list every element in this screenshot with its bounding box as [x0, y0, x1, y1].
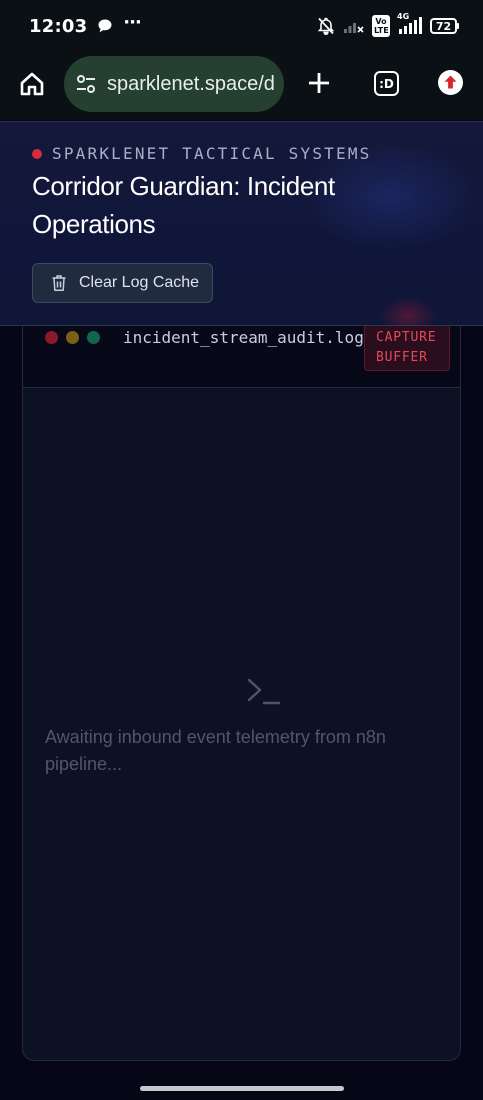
- network-label: 4G: [397, 12, 410, 21]
- clear-log-cache-button[interactable]: Clear Log Cache: [32, 263, 213, 303]
- chat-bubble-icon: [97, 18, 113, 34]
- trash-icon: [52, 275, 66, 291]
- more-notifications: ···: [123, 11, 141, 33]
- brand-eyebrow: SPARKLENET TACTICAL SYSTEMS: [32, 144, 372, 163]
- address-bar[interactable]: sparklenet.space/d: [64, 56, 284, 112]
- volte-badge: Vo LTE: [372, 15, 390, 37]
- update-icon: [438, 70, 463, 95]
- window-controls: [45, 331, 100, 344]
- page-title: Corridor Guardian: Incident Operations: [32, 171, 335, 239]
- terminal-header: incident_stream_audit.log CAPTURE BUFFER: [23, 296, 460, 388]
- tab-switcher-button[interactable]: :D: [374, 71, 399, 96]
- signal-icon: [343, 18, 365, 34]
- status-dot: [32, 148, 42, 159]
- gesture-bar[interactable]: [140, 1086, 344, 1091]
- tabs-icon: :D: [379, 76, 394, 91]
- plus-icon: [309, 73, 329, 93]
- battery-indicator: 72: [430, 18, 459, 34]
- clear-log-cache-label: Clear Log Cache: [79, 274, 200, 291]
- close-dot: [45, 331, 58, 344]
- terminal-prompt-icon: [247, 678, 281, 705]
- badge-line-1: CAPTURE: [376, 330, 437, 345]
- empty-message: Awaiting inbound event telemetry from n8…: [45, 727, 386, 774]
- capture-buffer-badge: CAPTURE BUFFER: [364, 326, 450, 371]
- maximize-dot: [87, 331, 100, 344]
- site-settings-icon[interactable]: [74, 72, 98, 96]
- log-file-name: incident_stream_audit.log: [123, 328, 364, 347]
- url-text[interactable]: sparklenet.space/d: [107, 73, 275, 96]
- home-button[interactable]: [16, 68, 48, 100]
- battery-level: 72: [430, 18, 457, 34]
- badge-line-2: BUFFER: [376, 350, 428, 365]
- terminal-panel: incident_stream_audit.log CAPTURE BUFFER…: [22, 296, 461, 1061]
- brand-label: SPARKLENET TACTICAL SYSTEMS: [52, 144, 372, 163]
- minimize-dot: [66, 331, 79, 344]
- update-button[interactable]: [438, 70, 463, 95]
- home-icon: [20, 72, 44, 96]
- bell-off-icon: [316, 16, 336, 36]
- browser-toolbar: sparklenet.space/d :D: [0, 52, 483, 120]
- status-time: 12:03: [29, 15, 88, 37]
- status-bar: 12:03 ··· Vo LTE 4G 72: [0, 0, 483, 52]
- signal-4g-icon: 4G: [397, 12, 423, 35]
- new-tab-button[interactable]: [304, 68, 334, 98]
